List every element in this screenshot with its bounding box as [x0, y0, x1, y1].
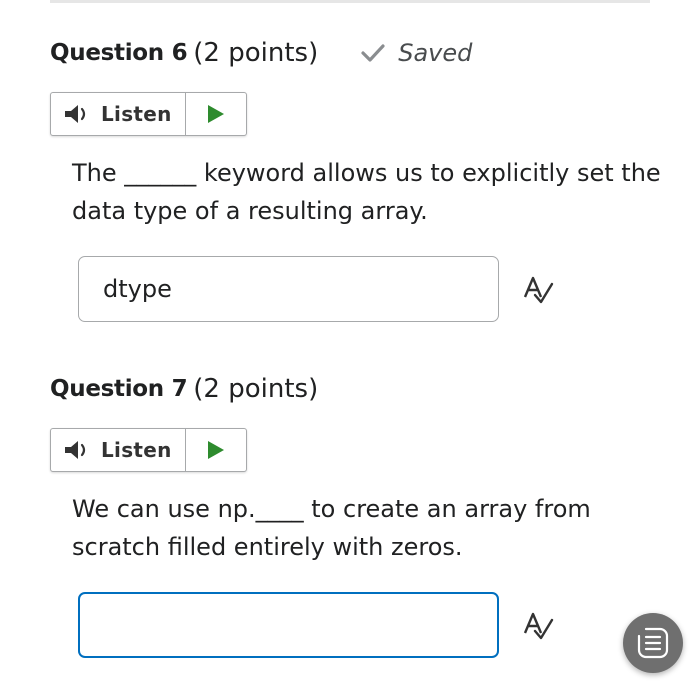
question-points: (2 points)	[193, 374, 319, 404]
top-divider	[50, 0, 650, 3]
play-icon	[208, 105, 224, 123]
answer-input[interactable]	[78, 256, 499, 322]
listen-label: Listen	[101, 438, 172, 462]
play-icon	[208, 441, 224, 459]
saved-label: Saved	[398, 39, 473, 67]
question-title: Question 6	[50, 40, 188, 66]
play-button[interactable]	[186, 93, 246, 135]
question-text: We can use np.____ to create an array fr…	[72, 495, 591, 561]
listen-button[interactable]: Listen	[51, 93, 186, 135]
floating-action-button[interactable]	[623, 613, 683, 673]
question-6-header: Question 6 (2 points) Saved	[50, 38, 472, 68]
checkmark-icon	[361, 44, 385, 62]
listen-button[interactable]: Listen	[51, 429, 186, 471]
saved-status: Saved	[360, 39, 472, 67]
question-7-header: Question 7 (2 points)	[50, 374, 318, 404]
play-button[interactable]	[186, 429, 246, 471]
question-title: Question 7	[50, 376, 188, 402]
spellcheck-icon	[523, 276, 554, 304]
speaker-icon	[65, 105, 86, 123]
spellcheck-button[interactable]	[520, 608, 556, 644]
transcript-icon	[637, 627, 669, 659]
spellcheck-button[interactable]	[520, 272, 556, 308]
speaker-icon	[65, 441, 86, 459]
listen-label: Listen	[101, 102, 172, 126]
question-text: The ______ keyword allows us to explicit…	[72, 159, 661, 225]
question-points: (2 points)	[193, 38, 319, 68]
listen-control: Listen	[50, 92, 247, 136]
listen-control: Listen	[50, 428, 247, 472]
spellcheck-icon	[523, 612, 554, 640]
answer-input[interactable]	[78, 592, 499, 658]
